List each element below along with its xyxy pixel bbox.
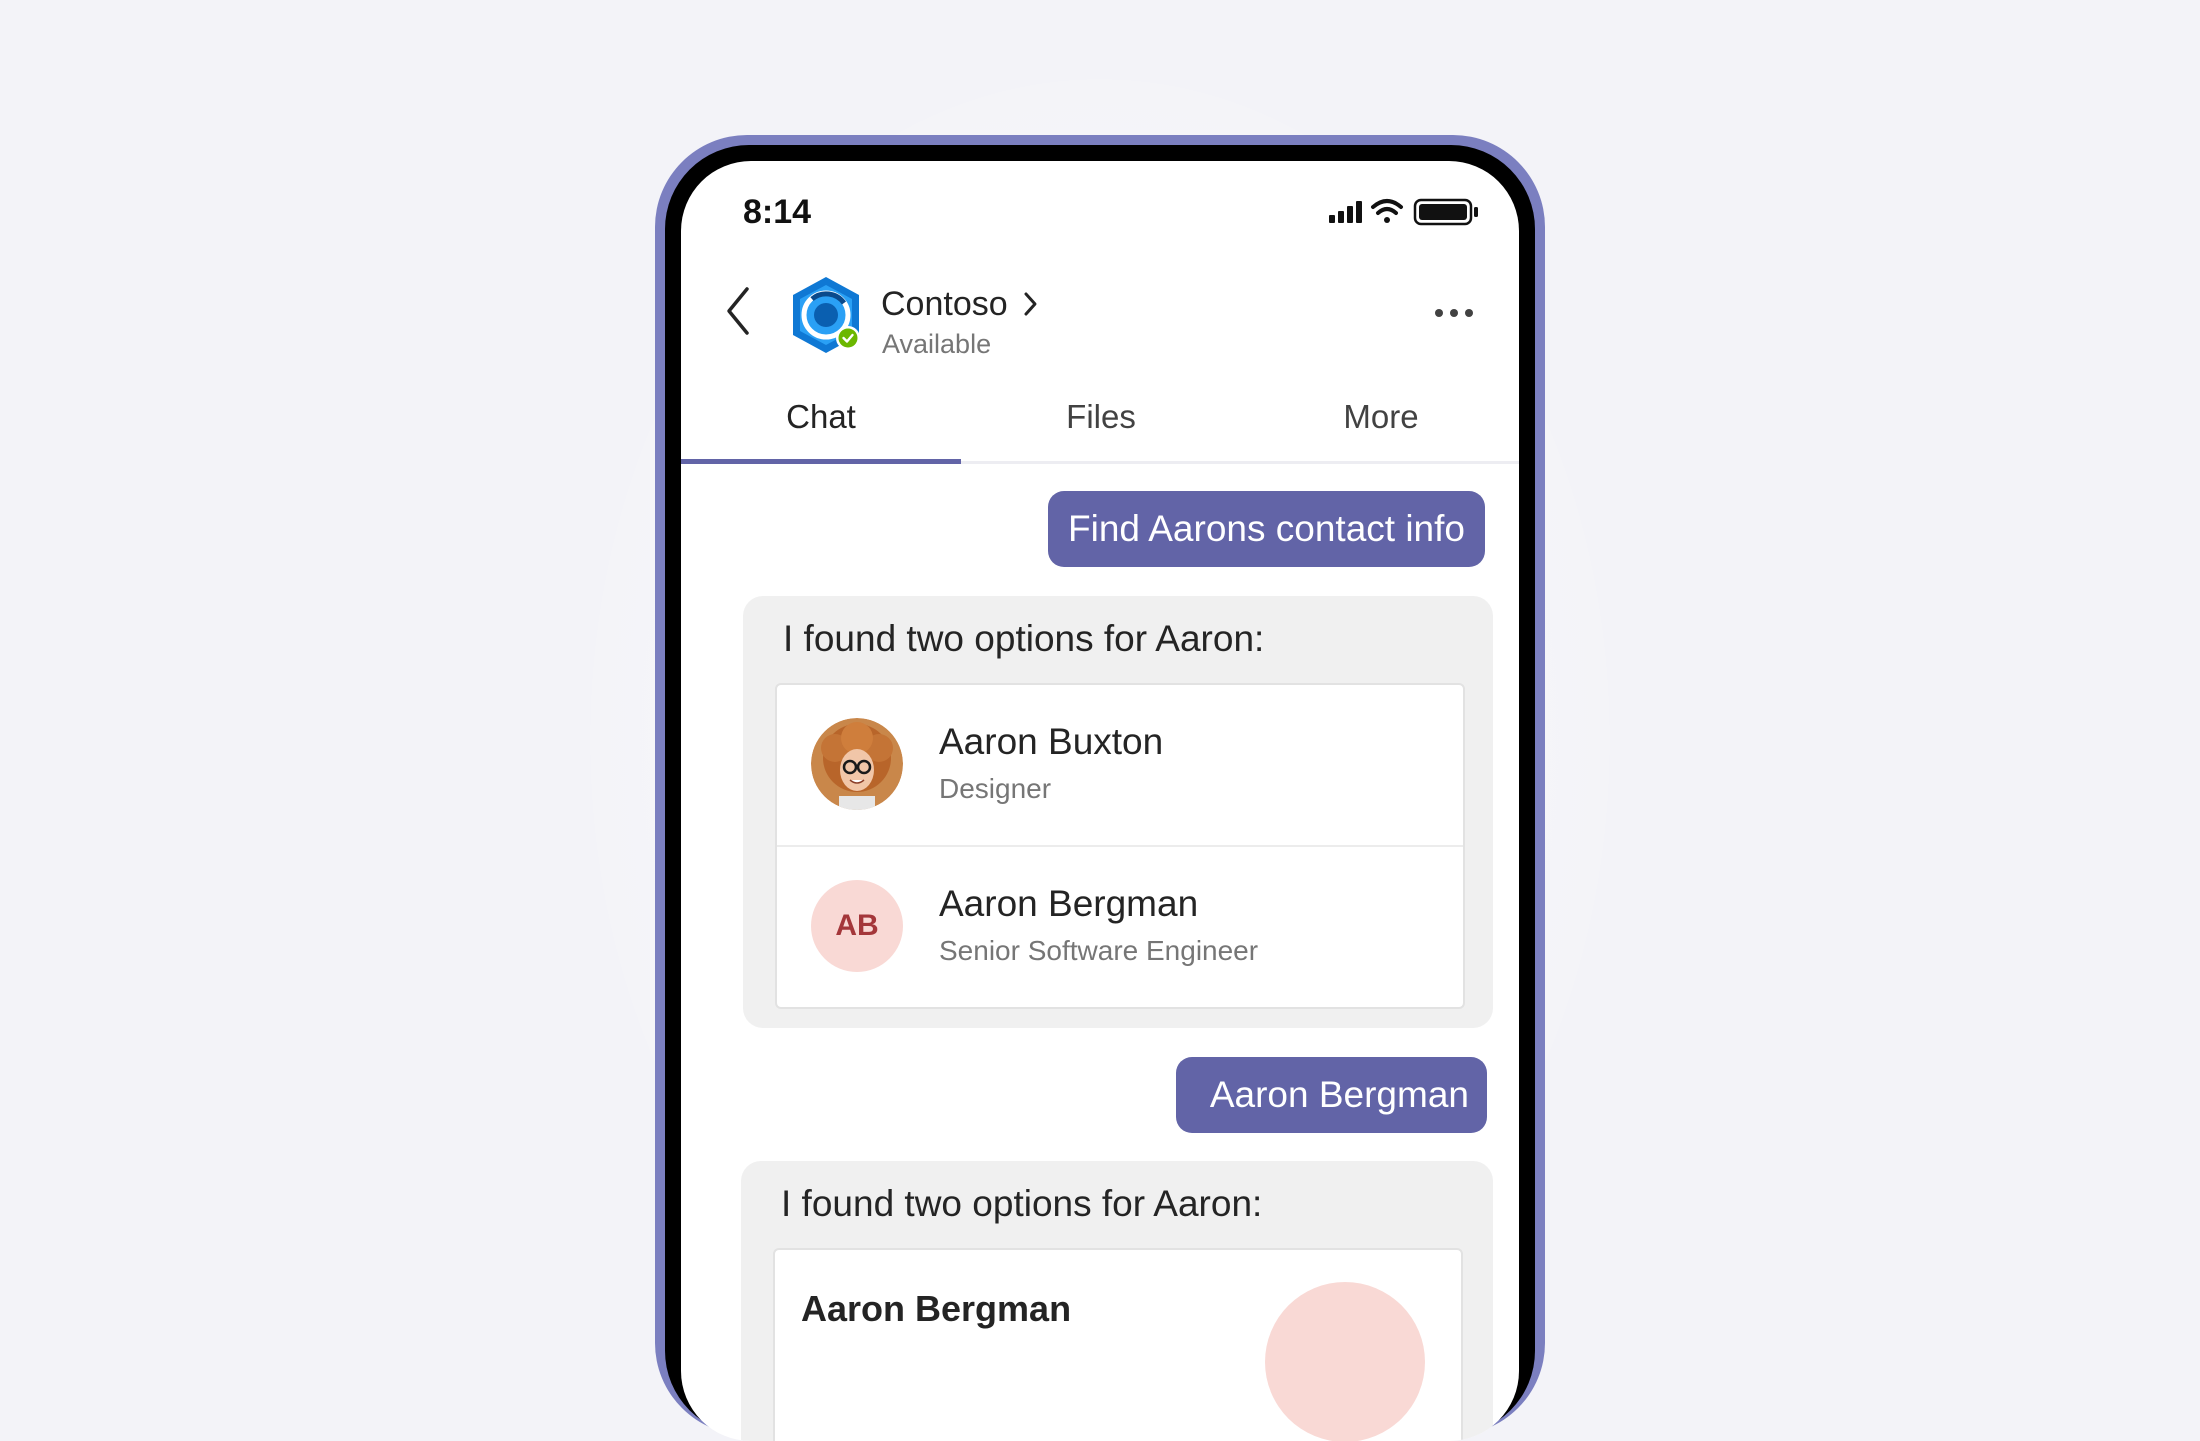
person-role: Senior Software Engineer (939, 935, 1259, 966)
active-tab-indicator (681, 459, 961, 464)
battery-icon (1413, 198, 1478, 226)
back-arrow-icon[interactable] (721, 281, 755, 341)
contact-card[interactable]: Aaron Bergman (773, 1248, 1463, 1441)
phone-screen: 8:14 Contoso Available Chat Files More F… (681, 161, 1519, 1441)
avatar-photo (811, 718, 903, 810)
person-name: Aaron Buxton (939, 721, 1164, 762)
tab-files[interactable]: Files (961, 383, 1241, 461)
bot-message-text: I found two options for Aaron: (783, 618, 1265, 659)
bot-message-text: I found two options for Aaron: (781, 1183, 1263, 1224)
contact-name[interactable]: Contoso (881, 285, 1008, 324)
tab-bar: Chat Files More (681, 383, 1519, 464)
available-status-icon (838, 328, 858, 348)
person-role: Designer (939, 773, 1052, 804)
tab-chat[interactable]: Chat (681, 383, 961, 461)
signal-icon (1329, 201, 1362, 223)
person-option-aaron-buxton[interactable]: Aaron Buxton Designer (777, 685, 1463, 845)
contact-card-name: Aaron Bergman (801, 1288, 1072, 1329)
contact-status: Available (882, 329, 992, 359)
bot-message-card: I found two options for Aaron: Aaron Bux… (743, 596, 1493, 1028)
chat-header: Contoso Available (681, 261, 1519, 371)
person-option-aaron-bergman[interactable]: AB Aaron Bergman Senior Software Enginee… (777, 845, 1463, 1007)
contoso-bot-avatar[interactable] (786, 275, 866, 355)
user-message-bubble: Aaron Bergman (1175, 1057, 1487, 1133)
bot-message-card: I found two options for Aaron: Aaron Ber… (741, 1161, 1493, 1441)
chevron-right-icon[interactable] (1023, 291, 1039, 317)
contact-card-avatar (1265, 1282, 1425, 1441)
more-options-icon[interactable] (1429, 301, 1479, 325)
wifi-icon (1371, 199, 1403, 223)
status-time: 8:14 (743, 193, 812, 231)
person-name: Aaron Bergman (939, 883, 1199, 924)
user-message-bubble: Find Aarons contact info (1048, 491, 1485, 567)
tab-more[interactable]: More (1241, 383, 1519, 461)
people-results-card: Aaron Buxton Designer AB Aaron Bergman S… (775, 683, 1465, 1009)
avatar-initials: AB (811, 880, 903, 972)
status-icons (1329, 197, 1489, 226)
